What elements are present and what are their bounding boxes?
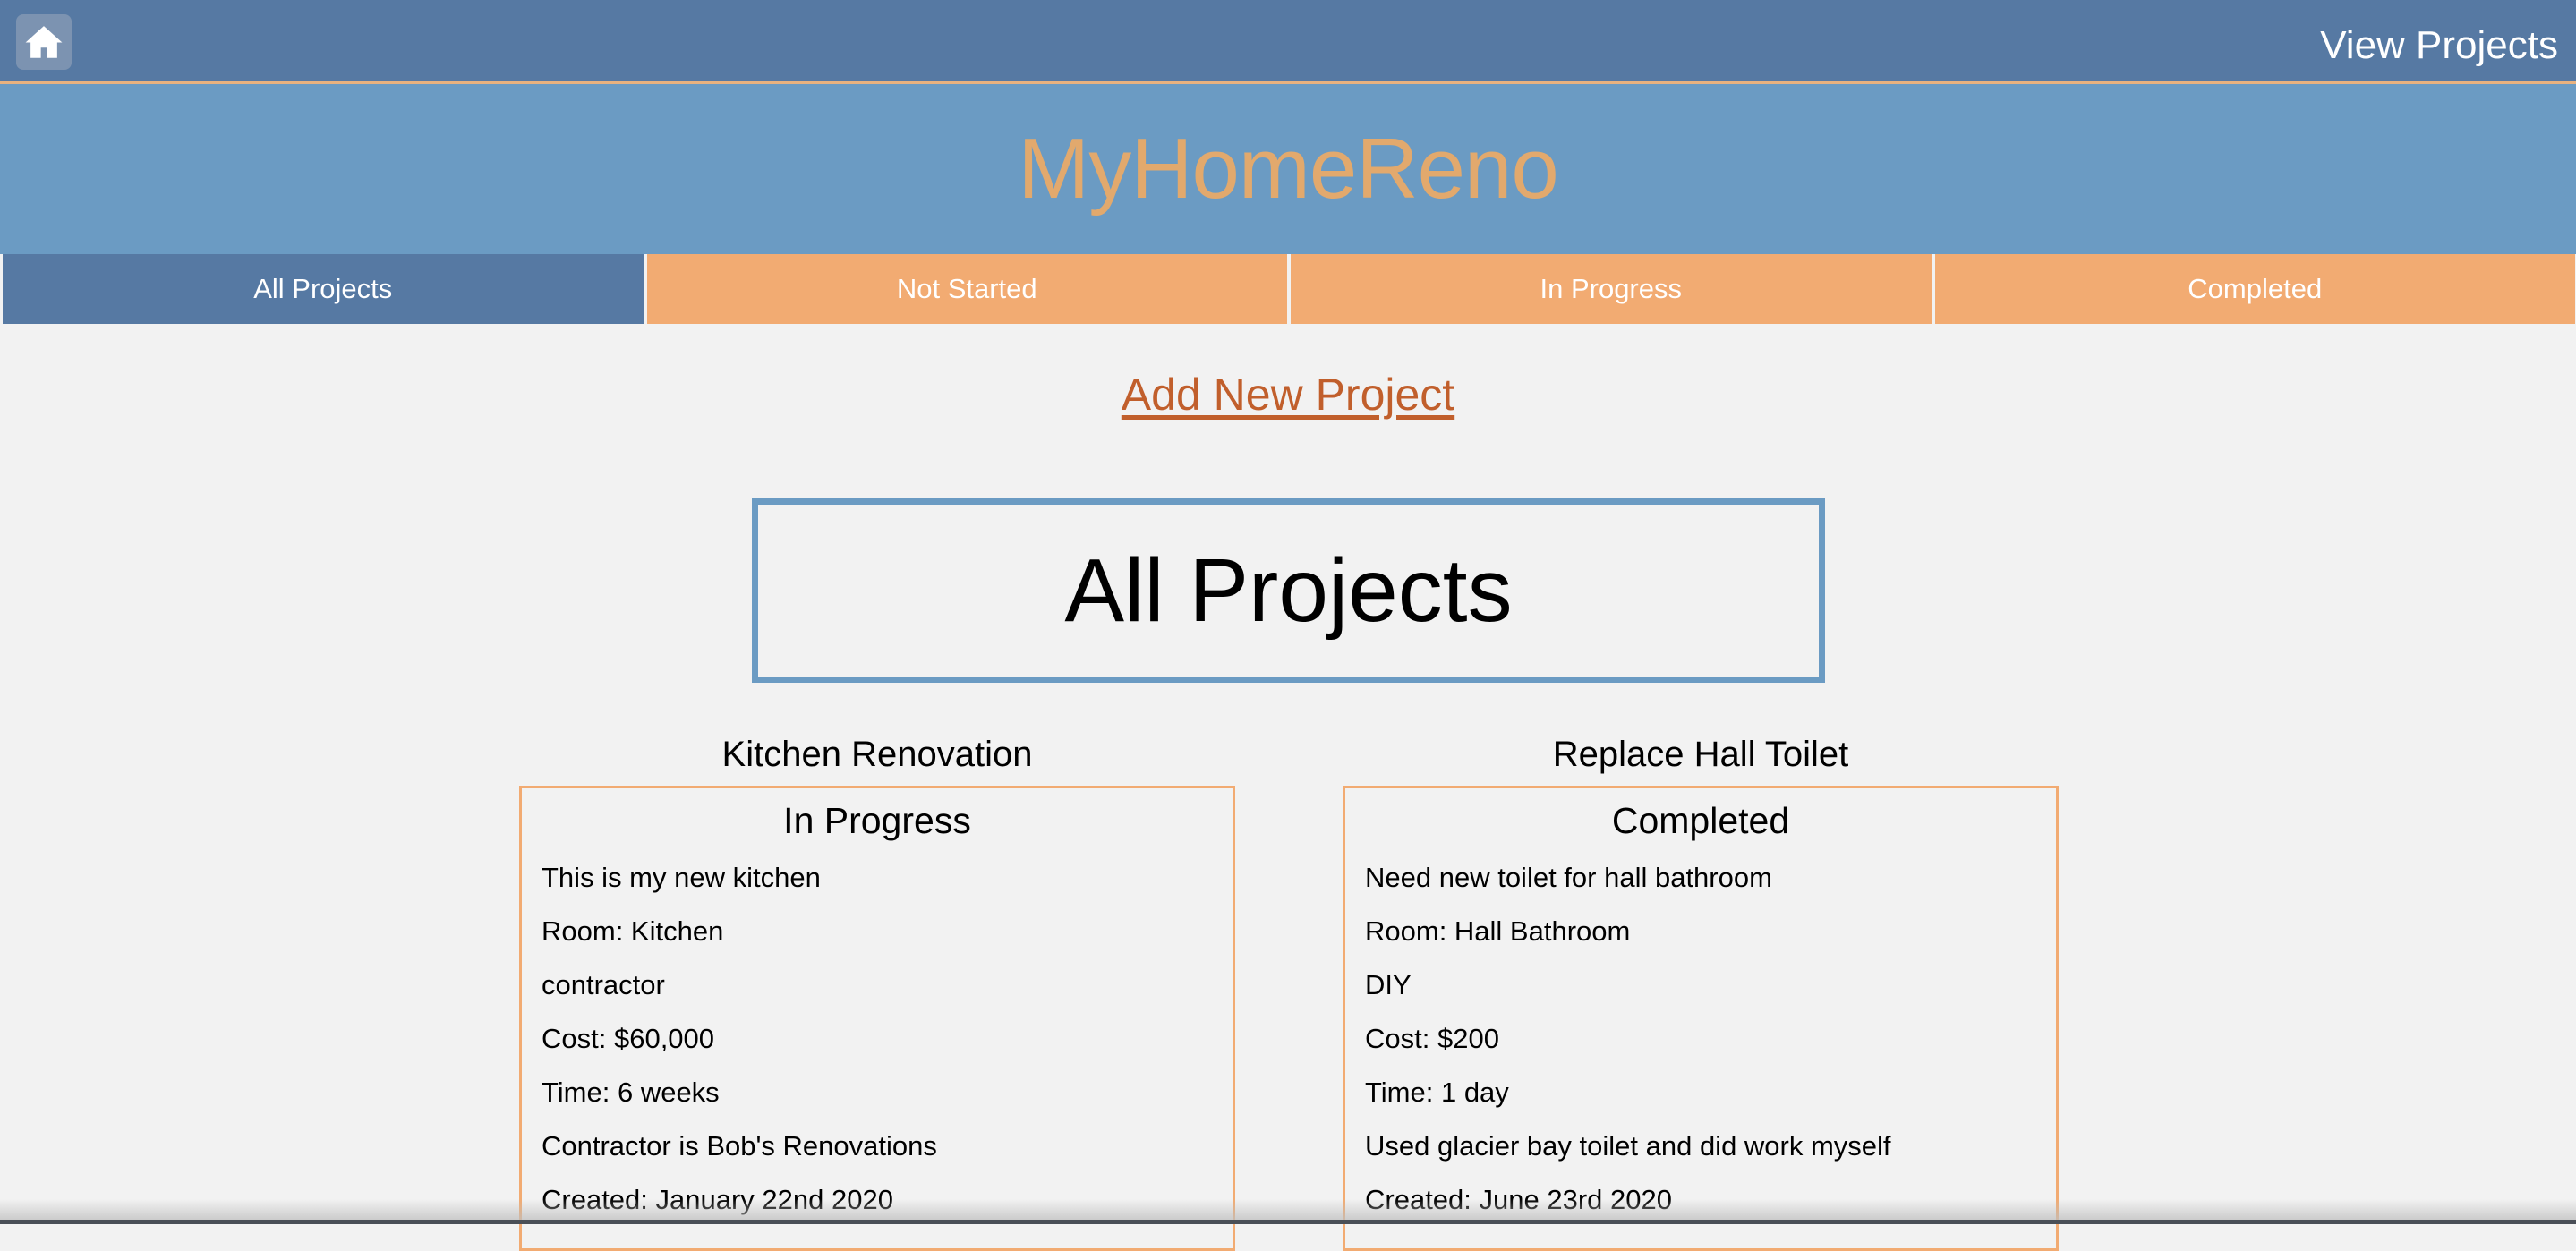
page-heading-box: All Projects (752, 498, 1825, 683)
home-icon (23, 21, 64, 63)
add-new-project-link[interactable]: Add New Project (1122, 370, 1454, 420)
brand-title: MyHomeReno (1018, 120, 1558, 218)
project-notes: Used glacier bay toilet and did work mys… (1365, 1119, 2036, 1173)
top-navbar: View Projects (0, 0, 2576, 84)
tab-all-projects[interactable]: All Projects (0, 254, 644, 324)
project-notes: Contractor is Bob's Renovations (542, 1119, 1213, 1173)
project-item: Replace Hall Toilet Completed Need new t… (1343, 723, 2059, 1251)
status-tabs: All Projects Not Started In Progress Com… (0, 254, 2576, 324)
project-description: This is my new kitchen (542, 851, 1213, 905)
page-title: All Projects (1064, 540, 1512, 643)
header-banner: MyHomeReno (0, 84, 2576, 254)
project-worker: contractor (542, 958, 1213, 1012)
view-projects-link[interactable]: View Projects (2320, 23, 2558, 68)
tab-in-progress[interactable]: In Progress (1288, 254, 1932, 324)
tab-completed[interactable]: Completed (1932, 254, 2576, 324)
project-card: Completed Need new toilet for hall bathr… (1343, 786, 2059, 1251)
tab-not-started[interactable]: Not Started (644, 254, 1289, 324)
add-project-container: Add New Project (0, 369, 2576, 421)
project-cost: Cost: $200 (1365, 1012, 2036, 1066)
project-title[interactable]: Kitchen Renovation (519, 723, 1235, 786)
project-worker: DIY (1365, 958, 2036, 1012)
project-status: In Progress (542, 796, 1213, 851)
home-button[interactable] (16, 14, 72, 70)
project-item: Kitchen Renovation In Progress This is m… (519, 723, 1235, 1251)
project-cost: Cost: $60,000 (542, 1012, 1213, 1066)
project-room: Room: Hall Bathroom (1365, 905, 2036, 958)
project-time: Time: 6 weeks (542, 1066, 1213, 1119)
window-bottom-edge (0, 1220, 2576, 1224)
project-status: Completed (1365, 796, 2036, 851)
project-title[interactable]: Replace Hall Toilet (1343, 723, 2059, 786)
project-card: In Progress This is my new kitchen Room:… (519, 786, 1235, 1251)
project-description: Need new toilet for hall bathroom (1365, 851, 2036, 905)
project-room: Room: Kitchen (542, 905, 1213, 958)
project-time: Time: 1 day (1365, 1066, 2036, 1119)
